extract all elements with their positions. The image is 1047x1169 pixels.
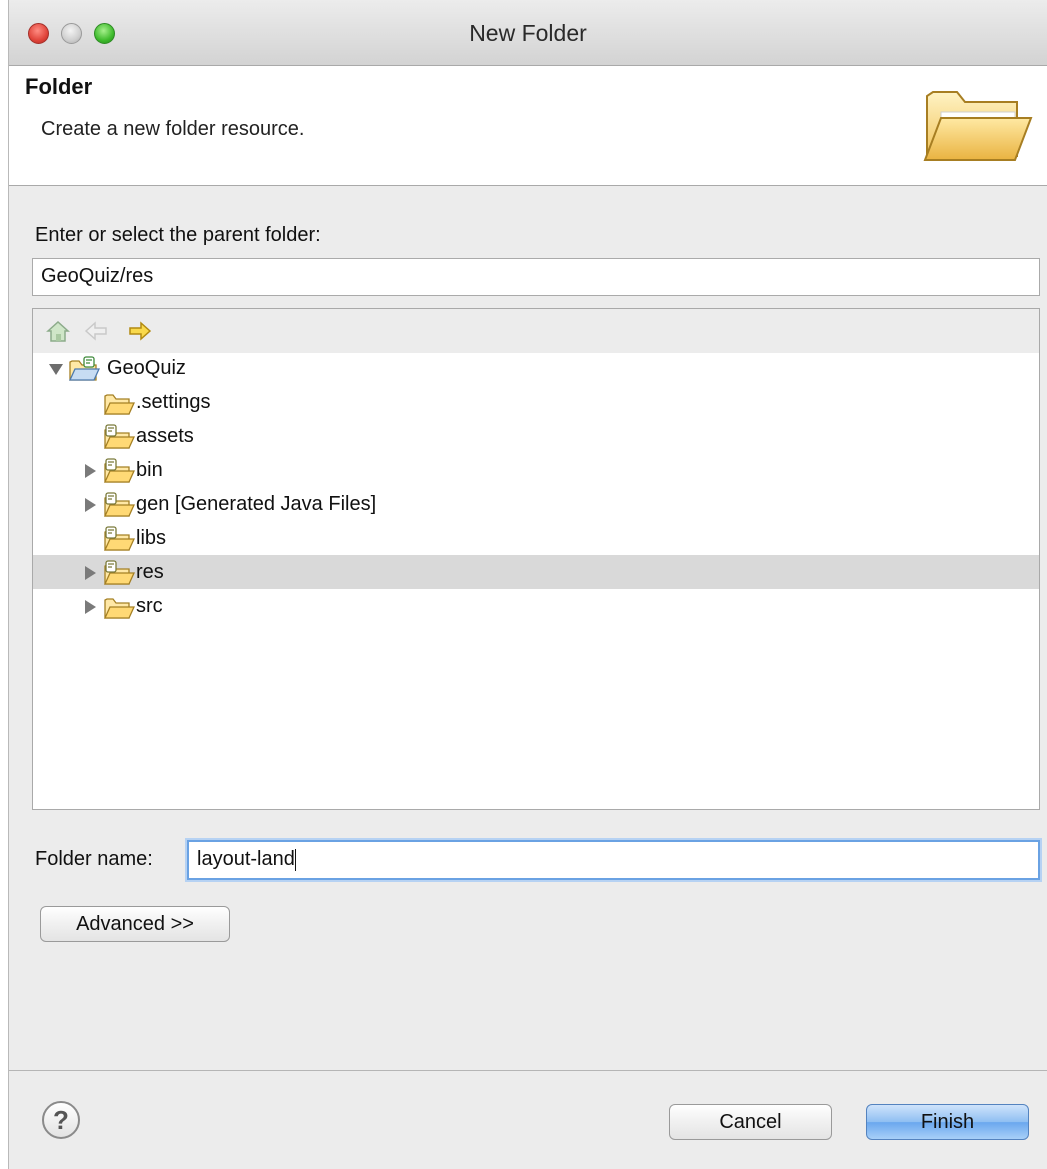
tree-item-src[interactable]: src [33,589,1039,623]
banner-description: Create a new folder resource. [41,118,305,140]
tree-item-label: GeoQuiz [107,357,186,379]
tree-item-geoquiz[interactable]: GeoQuiz [33,351,1039,385]
folder-name-value: layout-land [197,848,295,870]
expand-twisty-icon[interactable] [85,566,96,580]
source-folder-icon [103,560,135,585]
source-folder-icon [103,526,135,551]
tree-item-gen[interactable]: gen [Generated Java Files] [33,487,1039,521]
parent-folder-label: Enter or select the parent folder: [35,224,321,246]
folder-name-input[interactable]: layout-land [187,840,1040,880]
tree-item-libs[interactable]: libs [33,521,1039,555]
folder-tree: GeoQuiz .settings assets bin gen [Genera… [32,308,1040,810]
window-title: New Folder [469,20,587,46]
tree-item-label: .settings [136,391,211,413]
new-folder-dialog: New Folder Folder Create a new folder re… [8,0,1047,1169]
source-folder-icon [103,458,135,483]
text-cursor [294,848,296,871]
tree-toolbar [33,309,1039,353]
parent-folder-input[interactable]: GeoQuiz/res [32,258,1040,296]
tree-item-res[interactable]: res [33,555,1039,589]
tree-item-label: libs [136,527,167,549]
folder-icon [103,598,135,619]
collapse-twisty-icon[interactable] [49,364,63,375]
expand-twisty-icon[interactable] [85,600,96,614]
back-arrow-icon[interactable] [83,319,109,343]
tree-item-assets[interactable]: assets [33,419,1039,453]
expand-twisty-icon[interactable] [85,498,96,512]
banner-title: Folder [25,74,93,99]
footer-divider [9,1070,1047,1071]
tree-item-label: assets [136,425,194,447]
project-folder-icon [68,356,100,381]
tree-item-label: bin [136,459,163,481]
tree-item-bin[interactable]: bin [33,453,1039,487]
title-bar: New Folder [9,0,1047,66]
finish-button[interactable]: Finish [866,1104,1029,1140]
tree-item-label: res [136,561,164,583]
tree-item-settings[interactable]: .settings [33,385,1039,419]
source-folder-icon [103,424,135,449]
home-icon[interactable] [45,319,71,343]
folder-banner-icon [923,91,1033,161]
source-folder-icon [103,492,135,517]
folder-name-label: Folder name: [35,848,153,870]
expand-twisty-icon[interactable] [85,464,96,478]
cancel-button[interactable]: Cancel [669,1104,832,1140]
folder-icon [103,394,135,415]
forward-arrow-icon[interactable] [127,319,153,343]
help-icon[interactable]: ? [42,1101,80,1139]
tree-item-label: src [136,595,163,617]
tree-item-label: gen [Generated Java Files] [136,493,377,515]
advanced-button[interactable]: Advanced >> [40,906,230,942]
